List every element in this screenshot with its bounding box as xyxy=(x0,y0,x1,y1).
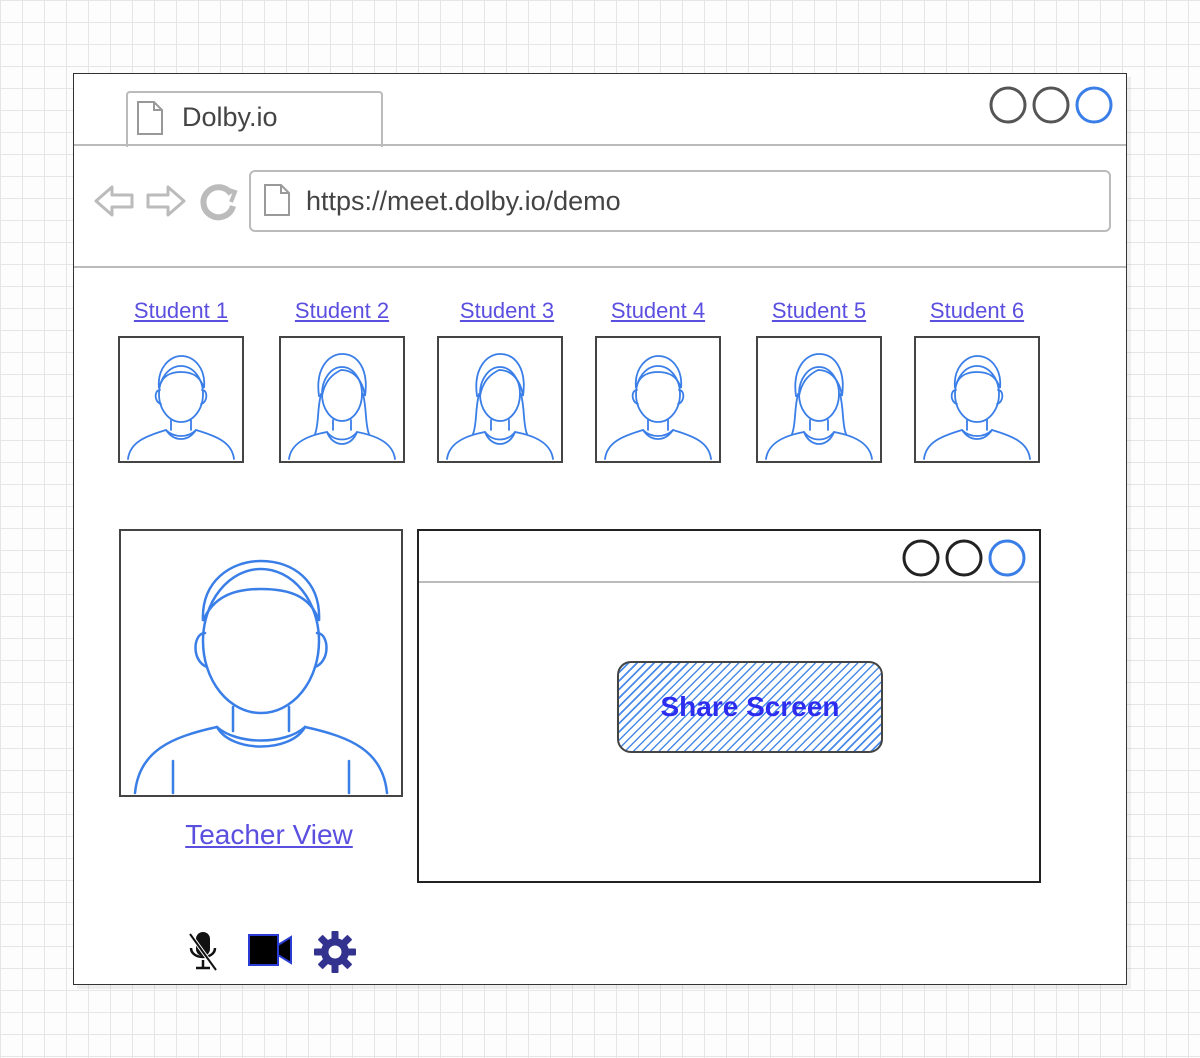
student-avatar-icon-4 xyxy=(604,355,712,460)
student-link-3[interactable]: Student 3 xyxy=(437,298,577,324)
share-close-icon[interactable] xyxy=(988,539,1026,577)
student-avatar-icon-2 xyxy=(288,353,396,460)
video-camera-icon[interactable] xyxy=(247,932,293,968)
student-link-2[interactable]: Student 2 xyxy=(272,298,412,324)
student-video-1[interactable] xyxy=(118,336,244,463)
tab-strip: Dolby.io xyxy=(74,74,1126,147)
share-window-titlebar-border xyxy=(419,581,1039,583)
student-avatar-icon-5 xyxy=(765,353,873,460)
settings-gear-icon[interactable] xyxy=(313,930,357,974)
browser-window: Dolby.io https://meet.dolby.io/demo Stud… xyxy=(73,73,1127,985)
share-maximize-icon[interactable] xyxy=(945,539,983,577)
student-link-1[interactable]: Student 1 xyxy=(111,298,251,324)
share-window-controls xyxy=(902,539,1026,577)
share-minimize-icon[interactable] xyxy=(902,539,940,577)
teacher-view-link[interactable]: Teacher View xyxy=(109,819,429,851)
tab-title: Dolby.io xyxy=(182,102,278,132)
mic-muted-icon[interactable] xyxy=(186,930,220,972)
reload-icon[interactable] xyxy=(197,182,239,224)
share-screen-label: Share Screen xyxy=(660,691,840,722)
student-avatar-icon-3 xyxy=(446,353,554,460)
teacher-avatar-icon xyxy=(133,559,389,795)
back-arrow-icon[interactable] xyxy=(92,182,136,220)
tab-strip-border xyxy=(74,144,1126,146)
student-video-3[interactable] xyxy=(437,336,563,463)
minimize-icon[interactable] xyxy=(989,86,1027,124)
window-controls xyxy=(989,86,1113,124)
student-video-2[interactable] xyxy=(279,336,405,463)
close-icon[interactable] xyxy=(1075,86,1113,124)
address-bar[interactable]: https://meet.dolby.io/demo xyxy=(249,170,1111,232)
student-link-6[interactable]: Student 6 xyxy=(907,298,1047,324)
student-link-5[interactable]: Student 5 xyxy=(749,298,889,324)
navigation-bar: https://meet.dolby.io/demo xyxy=(74,164,1126,234)
student-avatar-icon-1 xyxy=(127,355,235,460)
student-avatar-icon-6 xyxy=(923,355,1031,460)
student-video-4[interactable] xyxy=(595,336,721,463)
share-screen-button[interactable]: Share Screen xyxy=(617,661,883,753)
teacher-video[interactable] xyxy=(119,529,403,797)
student-video-5[interactable] xyxy=(756,336,882,463)
header-divider xyxy=(74,266,1126,268)
page-icon xyxy=(137,101,163,135)
forward-arrow-icon[interactable] xyxy=(144,182,188,220)
page-icon xyxy=(264,184,290,216)
student-video-6[interactable] xyxy=(914,336,1040,463)
url-text: https://meet.dolby.io/demo xyxy=(306,186,621,216)
maximize-icon[interactable] xyxy=(1032,86,1070,124)
student-link-4[interactable]: Student 4 xyxy=(588,298,728,324)
share-screen-window: Share Screen xyxy=(417,529,1041,883)
